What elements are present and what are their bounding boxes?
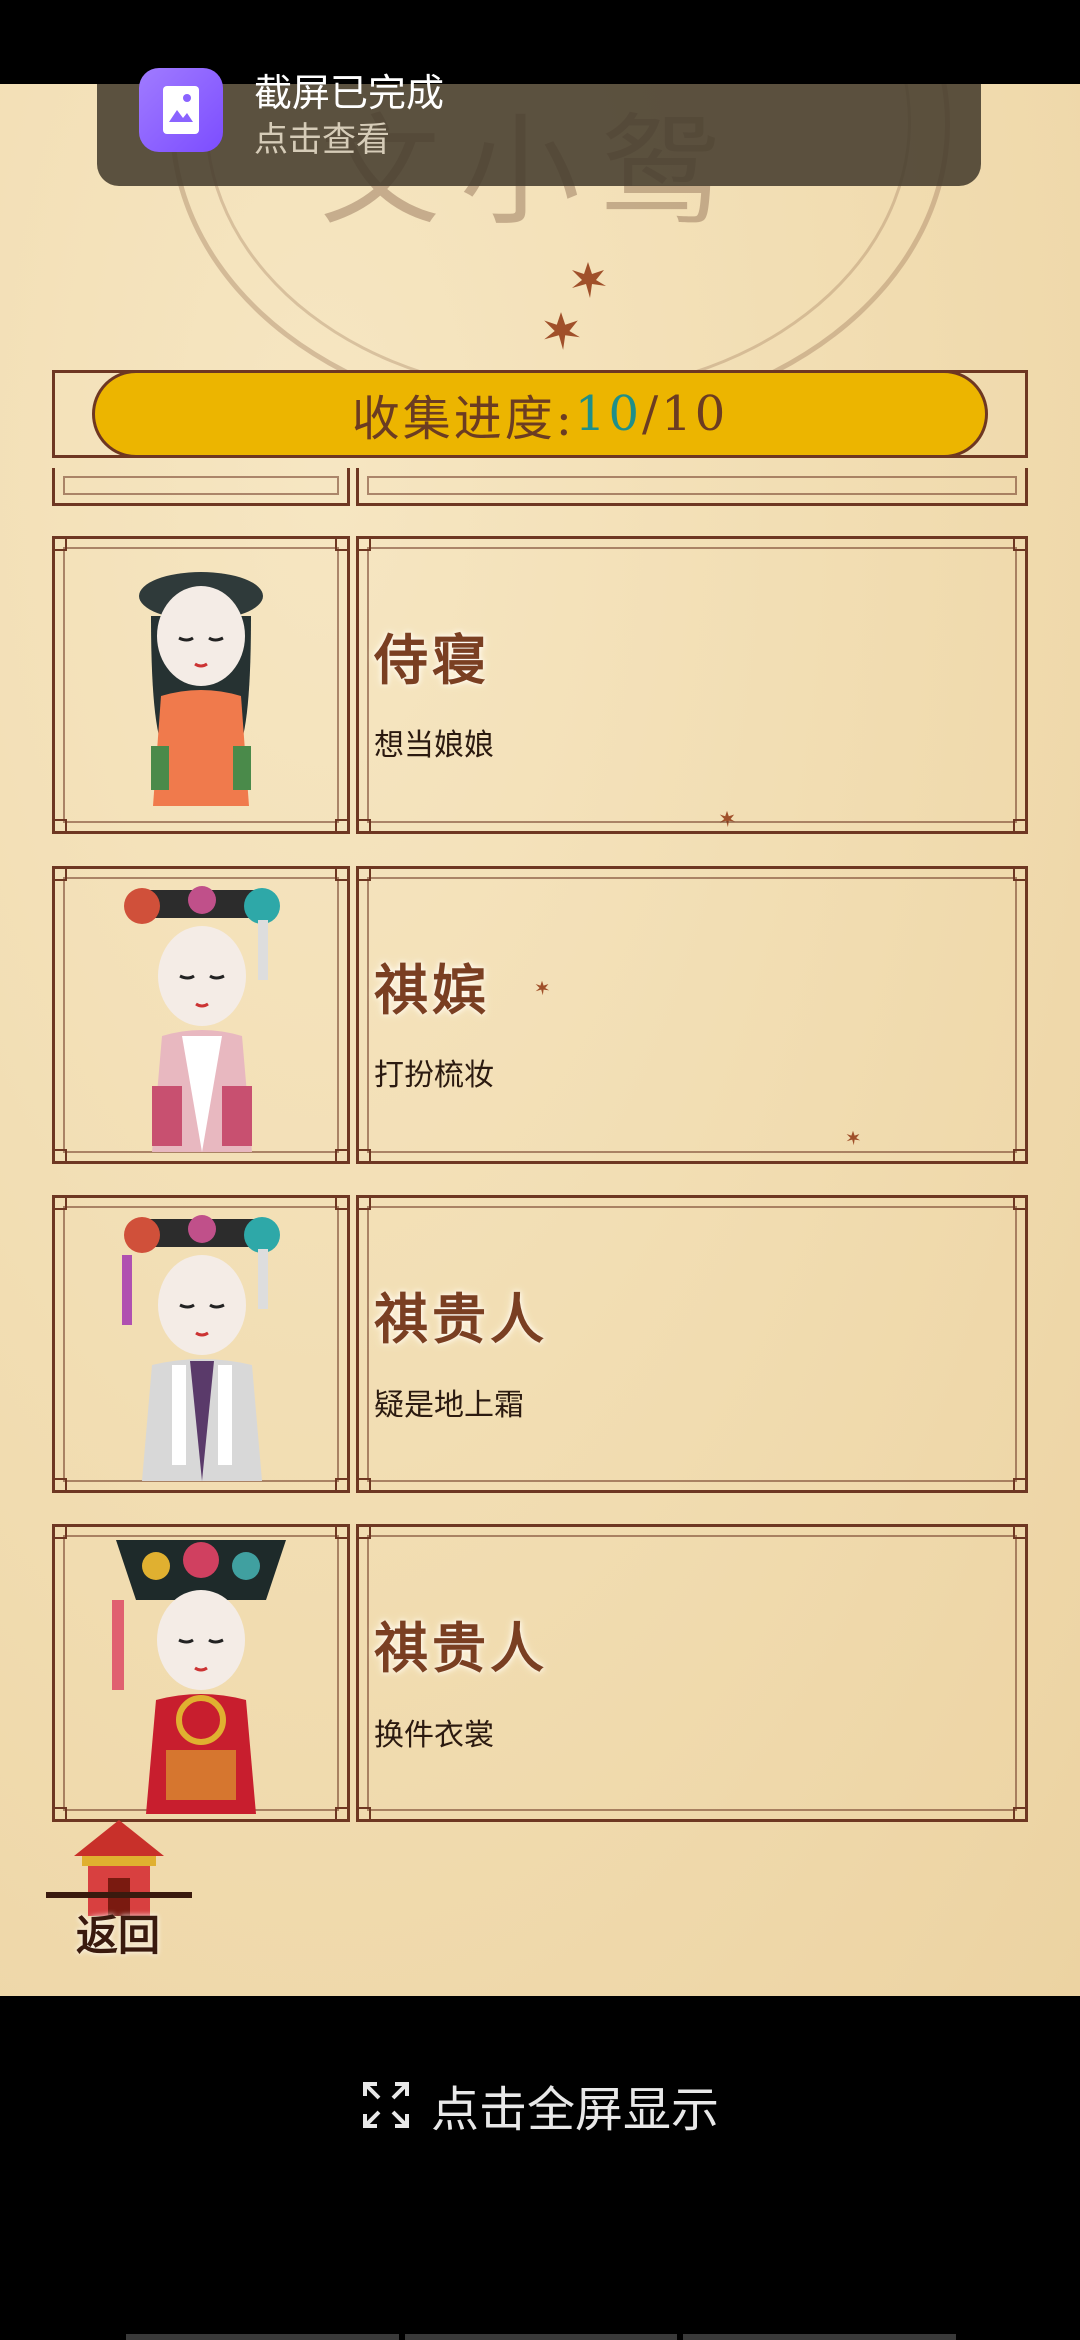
card-name: 侍寝 — [374, 628, 490, 692]
back-label: 返回 — [76, 1911, 161, 1960]
character-portrait — [122, 1215, 280, 1481]
character-portrait — [112, 1540, 286, 1814]
card-description: 疑是地上霜 — [374, 1388, 524, 1423]
progress-separator: / — [642, 386, 662, 442]
progress-label: 收集进度: — [351, 391, 575, 447]
progress-total: 10 — [661, 386, 729, 442]
screenshot-icon — [139, 68, 223, 152]
character-portrait — [124, 886, 280, 1152]
card-description: 打扮梳妆 — [374, 1058, 494, 1093]
maple-leaf-icon — [544, 312, 580, 350]
notification-subtitle: 点击查看 — [254, 120, 390, 160]
card-description: 想当娘娘 — [374, 728, 494, 763]
fullscreen-label: 点击全屏显示 — [430, 2082, 719, 2138]
card-name: 祺贵人 — [374, 1287, 548, 1351]
fullscreen-button[interactable]: 点击全屏显示 — [0, 2070, 1080, 2140]
screenshot-notification[interactable]: 截屏已完成 点击查看 — [97, 68, 981, 186]
card-description: 换件衣裳 — [374, 1718, 494, 1753]
card-name: 祺嫔 — [374, 958, 490, 1022]
character-portrait — [139, 572, 263, 806]
expand-icon — [362, 2082, 409, 2128]
maple-leaf-icon — [572, 262, 606, 298]
card-portrait-frame-partial — [52, 468, 350, 506]
card-name: 祺贵人 — [374, 1616, 548, 1680]
progress-current: 10 — [574, 386, 642, 442]
notification-title: 截屏已完成 — [254, 71, 445, 115]
card-info-frame-partial — [356, 468, 1028, 506]
collection-progress: 收集进度: 10/10 — [92, 370, 988, 458]
navigation-bar — [126, 2334, 957, 2340]
